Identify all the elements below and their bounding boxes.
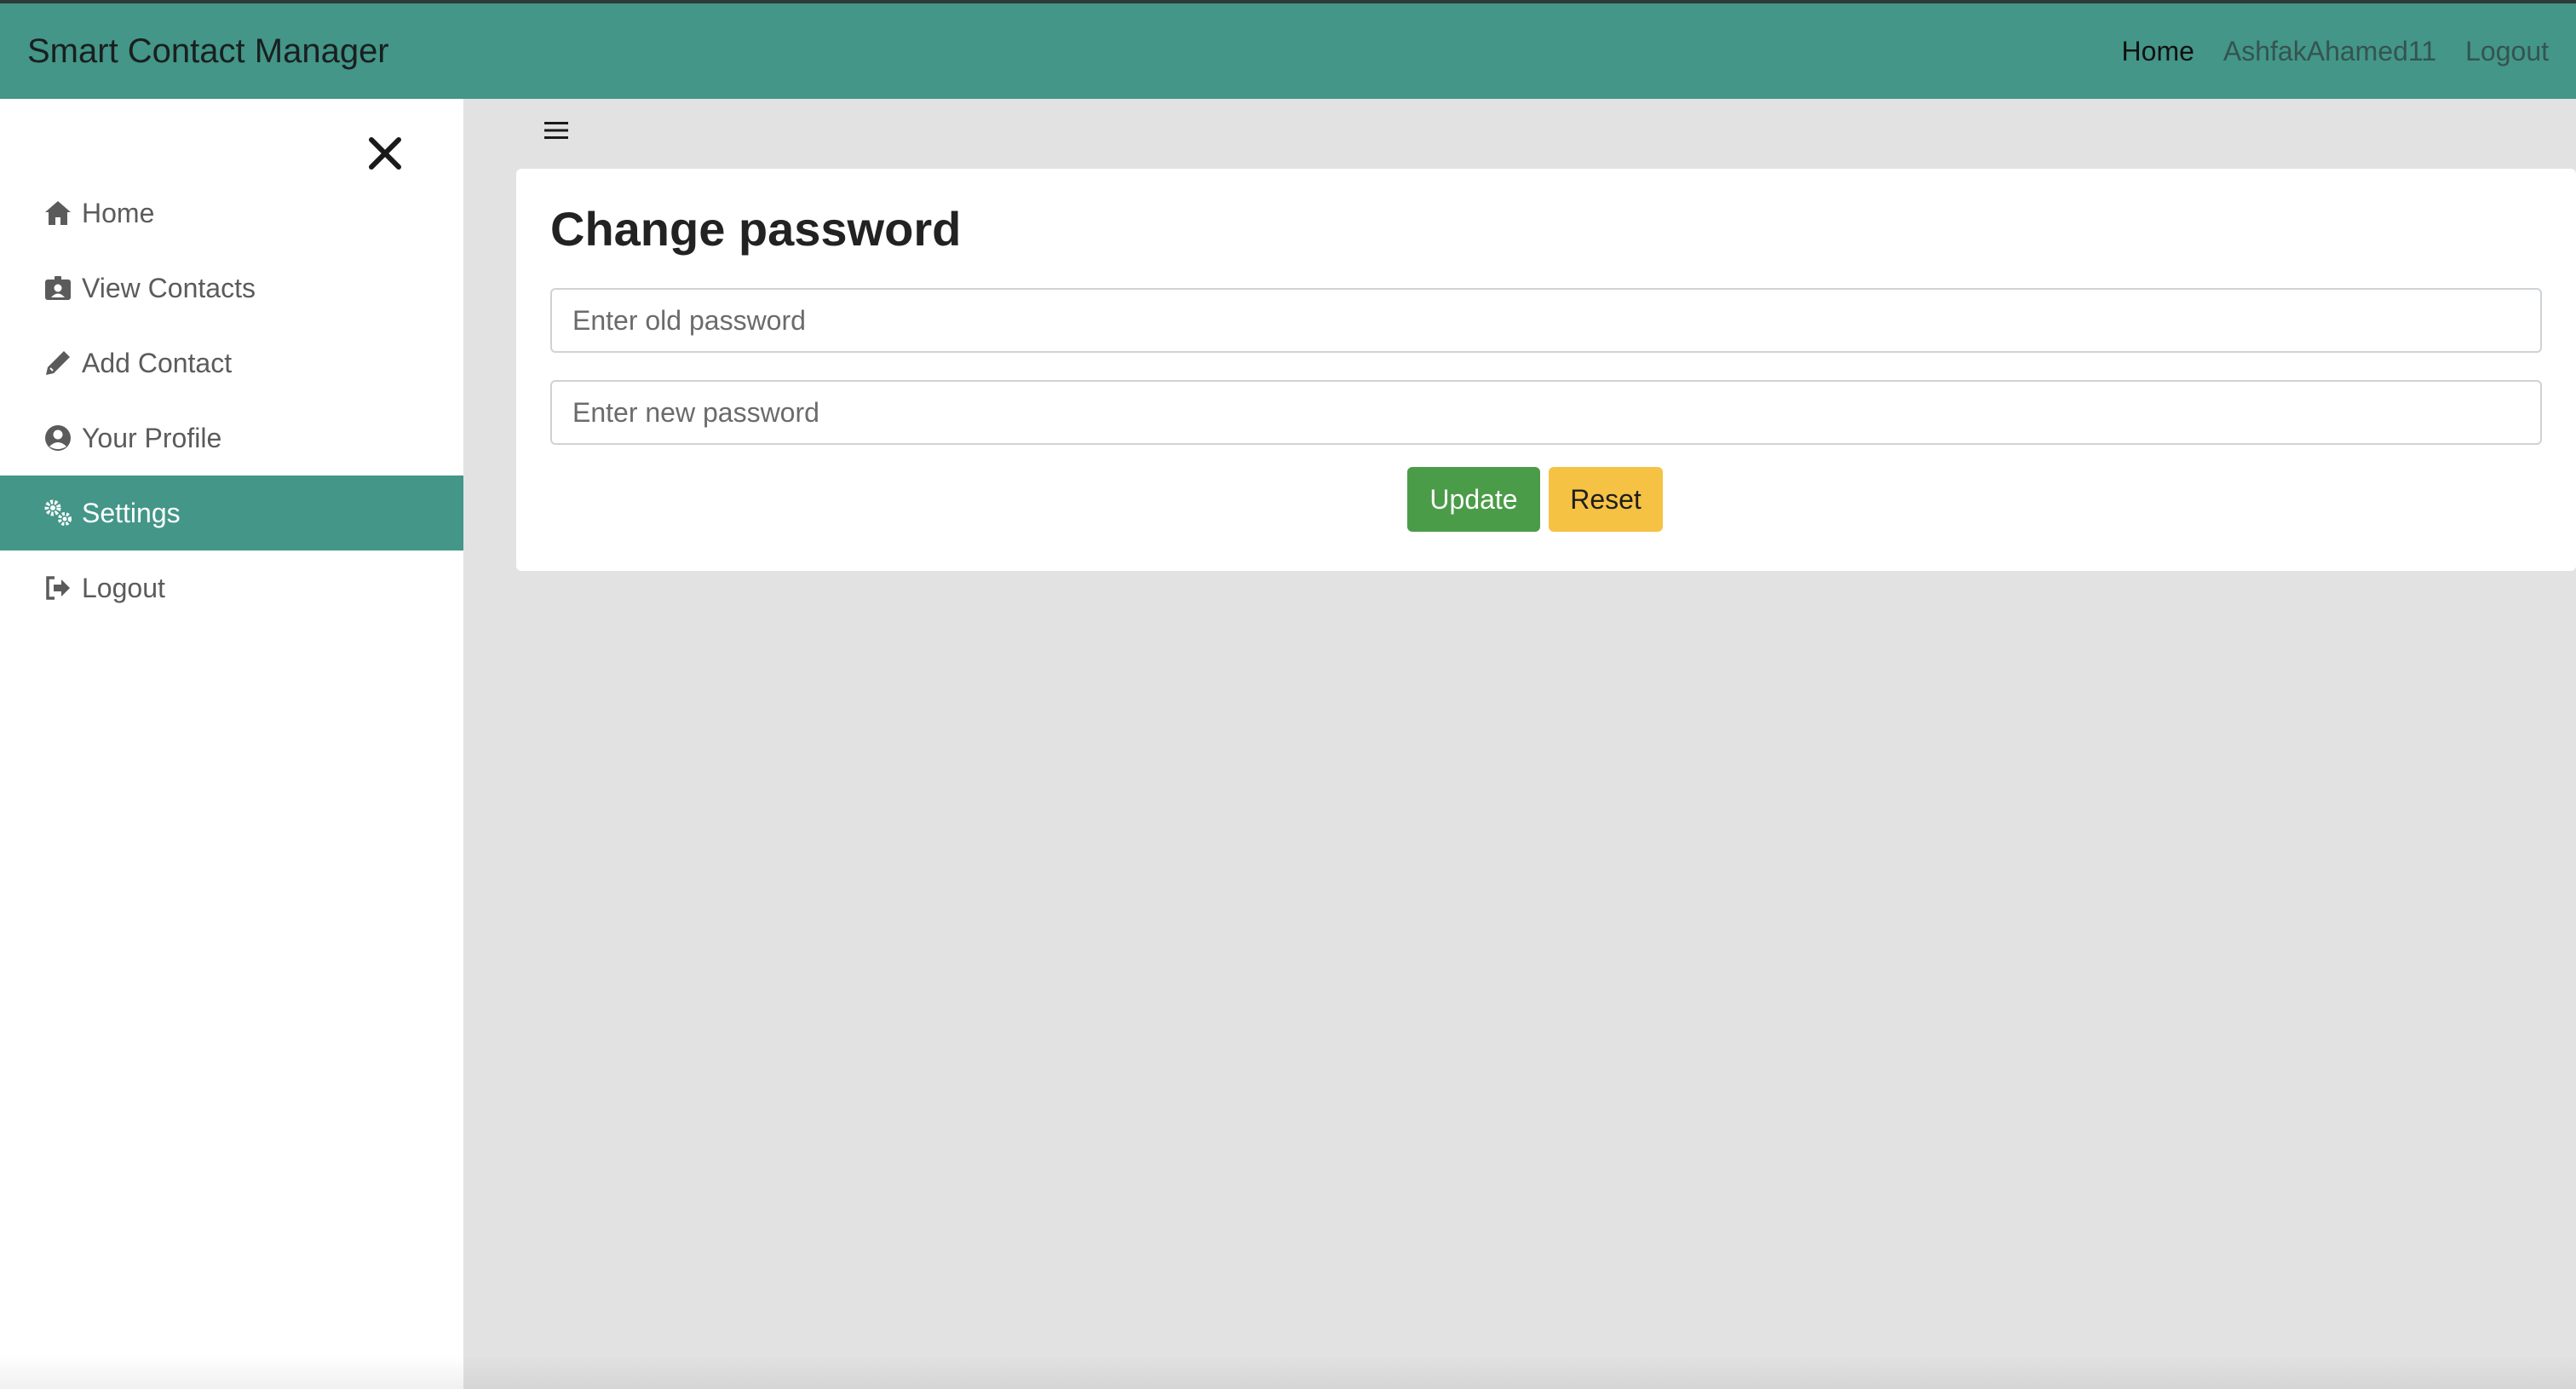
sidebar-item-your-profile[interactable]: Your Profile <box>0 401 463 475</box>
id-badge-icon <box>45 276 71 300</box>
new-password-input[interactable] <box>550 380 2542 445</box>
sign-out-icon <box>46 576 70 600</box>
home-icon <box>45 201 71 225</box>
pencil-icon <box>46 351 70 375</box>
update-button[interactable]: Update <box>1407 467 1540 532</box>
sidebar-item-label: Settings <box>82 497 181 528</box>
change-password-card: Change password Update Reset <box>516 169 2576 571</box>
close-sidebar-icon[interactable] <box>363 131 407 176</box>
sidebar-item-logout[interactable]: Logout <box>0 550 463 625</box>
user-circle-icon <box>45 425 71 451</box>
reset-button[interactable]: Reset <box>1549 467 1663 532</box>
sidebar-item-settings[interactable]: Settings <box>0 475 463 550</box>
nav-username-link[interactable]: AshfakAhamed11 <box>2223 36 2436 67</box>
nav-logout-link[interactable]: Logout <box>2465 36 2549 67</box>
old-password-input[interactable] <box>550 288 2542 353</box>
sidebar-item-label: Logout <box>82 572 165 603</box>
sidebar: Home View Contacts Add Contact Your Prof… <box>0 99 463 1389</box>
page-title: Change password <box>550 202 962 256</box>
sidebar-item-label: Add Contact <box>82 347 233 378</box>
sidebar-item-label: View Contacts <box>82 272 256 303</box>
sidebar-item-add-contact[interactable]: Add Contact <box>0 326 463 401</box>
sidebar-item-label: Your Profile <box>82 422 222 453</box>
bottom-shadow <box>0 1355 2576 1389</box>
brand-title[interactable]: Smart Contact Manager <box>27 32 389 71</box>
sidebar-item-home[interactable]: Home <box>0 176 463 251</box>
top-nav-links: Home AshfakAhamed11 Logout <box>2122 36 2549 67</box>
main-content: Change password Update Reset <box>463 99 2576 1389</box>
top-navbar: Smart Contact Manager Home AshfakAhamed1… <box>0 3 2576 99</box>
hamburger-menu-icon[interactable] <box>542 116 571 145</box>
nav-home-link[interactable]: Home <box>2122 36 2194 67</box>
sidebar-item-label: Home <box>82 197 155 228</box>
sidebar-item-view-contacts[interactable]: View Contacts <box>0 251 463 326</box>
gears-icon <box>44 499 72 526</box>
